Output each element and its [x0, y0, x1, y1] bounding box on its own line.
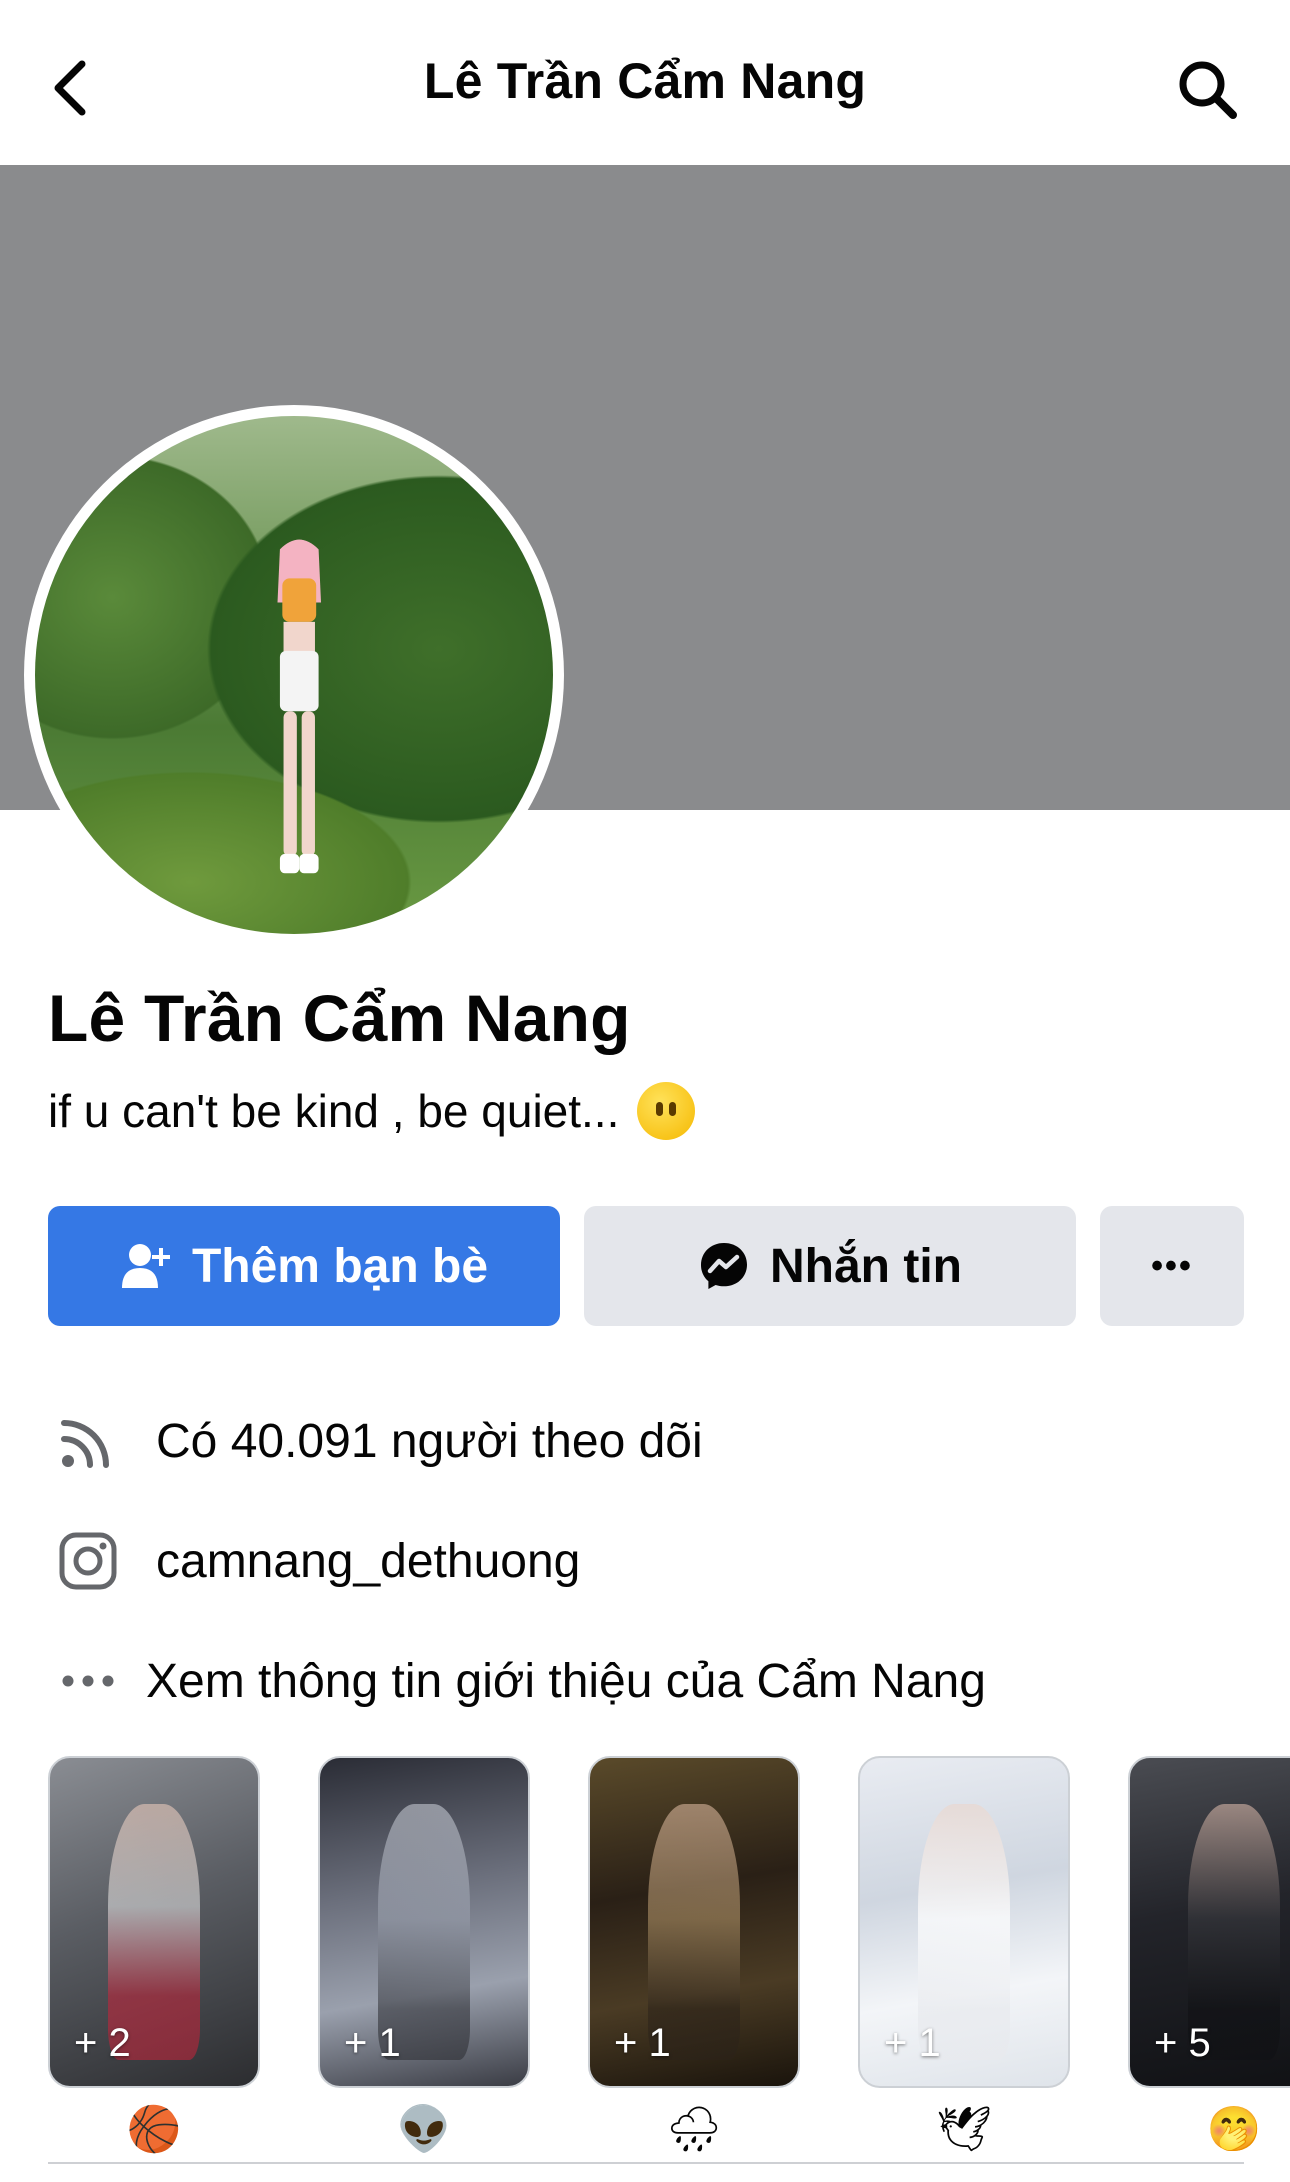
person-figure: [277, 539, 321, 874]
bio-text: if u can't be kind , be quiet...: [48, 1085, 620, 1137]
story-count: + 5: [1154, 2021, 1211, 2065]
search-button[interactable]: [1166, 48, 1250, 132]
search-icon: [1179, 61, 1237, 119]
profile-page: Lê Trần Cẩm Nang Lê Trần Cẩm Nang if u c…: [0, 0, 1290, 2182]
hand-over-mouth-emoji-icon: 🤭: [1206, 2104, 1262, 2155]
featured-story[interactable]: + 1: [858, 1756, 1070, 2088]
instagram-icon: [56, 1529, 120, 1593]
story-count: + 1: [884, 2021, 941, 2065]
featured-story[interactable]: + 1: [318, 1756, 530, 2088]
alien-emoji-icon: 👽: [396, 2104, 452, 2155]
more-options-button[interactable]: •••: [1100, 1206, 1244, 1326]
face-without-mouth-emoji-icon: [637, 1082, 696, 1140]
section-divider: [48, 2162, 1244, 2164]
profile-name: Lê Trần Cẩm Nang: [48, 981, 631, 1055]
profile-actions: Thêm bạn bè Nhắn tin •••: [48, 1206, 1244, 1326]
followers-row[interactable]: Có 40.091 người theo dõi: [0, 1396, 1290, 1486]
add-friend-label: Thêm bạn bè: [191, 1239, 489, 1293]
story-count: + 2: [74, 2021, 131, 2065]
add-friend-icon: [121, 1244, 170, 1288]
featured-stories: + 2 + 1 + 1 + 1 + 5: [48, 1756, 1290, 2096]
featured-story[interactable]: + 1: [588, 1756, 800, 2088]
story-count: + 1: [344, 2021, 401, 2065]
more-dots-icon: •••: [1151, 1246, 1193, 1285]
about-link-text: Xem thông tin giới thiệu của Cẩm Nang: [146, 1654, 986, 1708]
basketball-emoji-icon: 🏀: [126, 2104, 182, 2155]
messenger-icon: [701, 1243, 747, 1289]
page-title: Lê Trần Cẩm Nang: [423, 53, 867, 109]
message-button[interactable]: Nhắn tin: [584, 1206, 1076, 1326]
profile-avatar[interactable]: [24, 405, 564, 945]
featured-story-icons: 🏀 👽 🌧 🕊 🤭: [48, 2100, 1290, 2160]
story-count: + 1: [614, 2021, 671, 2065]
about-row[interactable]: Xem thông tin giới thiệu của Cẩm Nang: [0, 1636, 1290, 1726]
followers-text: Có 40.091 người theo dõi: [156, 1414, 703, 1468]
featured-story[interactable]: + 2: [48, 1756, 260, 2088]
add-friend-button[interactable]: Thêm bạn bè: [48, 1206, 560, 1326]
featured-story[interactable]: + 5: [1128, 1756, 1290, 2088]
profile-bio: if u can't be kind , be quiet...: [48, 1082, 696, 1140]
rain-cloud-emoji-icon: 🌧: [666, 2104, 722, 2155]
more-horizontal-icon: [56, 1649, 120, 1713]
top-bar: Lê Trần Cẩm Nang: [0, 0, 1290, 165]
instagram-handle: camnang_dethuong: [156, 1534, 581, 1588]
avatar-photo: [35, 416, 553, 934]
dove-emoji-icon: 🕊: [936, 2104, 992, 2155]
rss-feed-icon: [56, 1409, 120, 1473]
message-label: Nhắn tin: [770, 1239, 962, 1293]
instagram-row[interactable]: camnang_dethuong: [0, 1516, 1290, 1606]
